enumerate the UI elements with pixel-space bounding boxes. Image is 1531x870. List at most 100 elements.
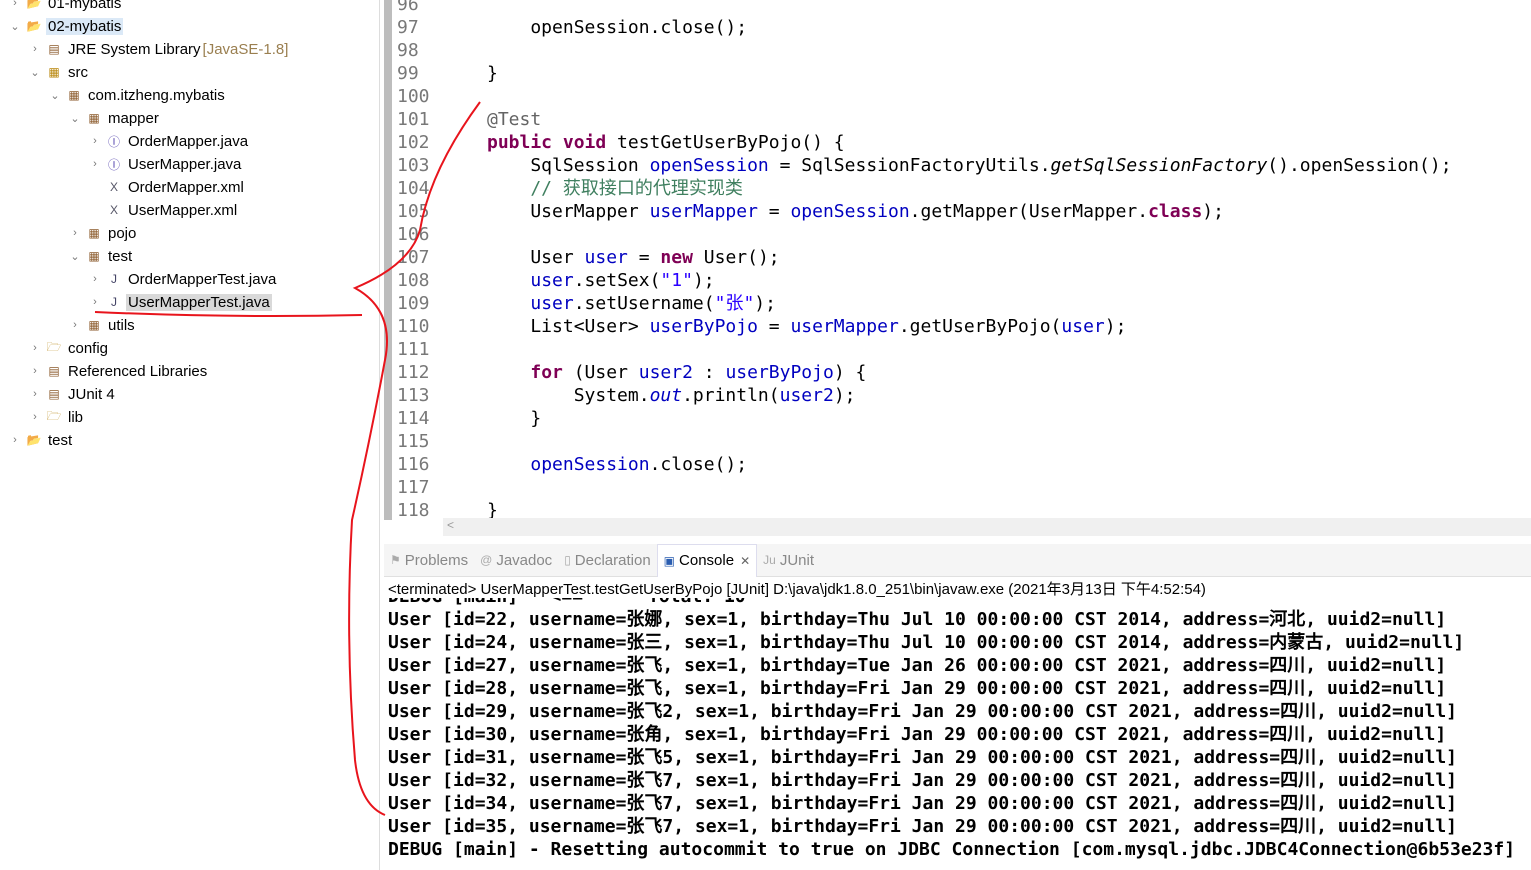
code-token: .println( [682,385,780,406]
line-number: 109 [397,293,430,314]
xml-file-icon: X [109,180,118,194]
line-number: 104 [397,178,430,199]
chevron-right-icon[interactable]: › [8,434,22,446]
chevron-right-icon[interactable]: › [8,0,22,9]
editor-horizontal-scrollbar[interactable]: < [443,518,1531,536]
tree-item-label: OrderMapperTest.java [128,270,277,288]
line-number: 98 [397,40,419,61]
code-line: public void testGetUserByPojo() { [487,131,845,154]
tree-item[interactable]: › J UserMapperTest.java [88,291,272,313]
code-token: .close(); [649,17,748,38]
code-token: ); [1202,201,1224,222]
tab-javadoc[interactable]: @ Javadoc [474,544,558,577]
library-icon: ▤ [48,42,60,56]
tree-item[interactable]: ⌄ ▦ mapper [68,107,161,129]
tree-item-label: OrderMapper.xml [128,178,244,196]
chevron-down-icon[interactable]: ⌄ [28,66,42,79]
tree-item[interactable]: X OrderMapper.xml [88,176,246,198]
tree-item[interactable]: ⌄ 📂 02-mybatis [8,15,124,37]
code-line: user.setSex("1"); [487,269,714,292]
code-editor[interactable]: openSession.close();} @Test public void te… [443,0,1531,518]
code-token: "1" [660,270,693,291]
project-icon: 📂 [26,19,42,33]
tab-problems[interactable]: ⚑ Problems [384,544,474,577]
tab-junit[interactable]: Ju JUnit [757,544,820,577]
tree-item[interactable]: › Ⓘ OrderMapper.java [88,130,250,152]
tree-item[interactable]: › 📂 test [8,429,74,451]
code-token: = SqlSessionFactoryUtils. [768,155,1051,176]
chevron-right-icon[interactable]: › [68,319,82,331]
chevron-down-icon[interactable]: ⌄ [68,112,82,125]
tree-item-label: 02-mybatis [46,17,124,35]
chevron-right-icon[interactable]: › [88,296,102,308]
tree-item[interactable]: X UserMapper.xml [88,199,239,221]
tree-item[interactable]: › ▦ pojo [68,222,138,244]
tab-declaration[interactable]: ▯ Declaration [558,544,656,577]
chevron-right-icon[interactable]: › [88,135,102,147]
console-line: User [id=24, username=张三, sex=1, birthda… [388,632,1465,653]
chevron-down-icon[interactable]: ⌄ [68,250,82,263]
code-token: userMapper [790,316,899,337]
chevron-right-icon[interactable]: › [28,43,42,55]
tree-item[interactable]: ⌄ ▦ com.itzheng.mybatis [48,84,227,106]
chevron-right-icon[interactable]: › [28,388,42,400]
chevron-down-icon[interactable]: ⌄ [48,89,62,102]
close-icon[interactable]: ✕ [740,554,750,568]
code-token: : [692,362,726,383]
tab-label: Console [679,552,735,569]
chevron-down-icon[interactable]: ⌄ [8,20,22,33]
console-line: User [id=27, username=张飞, sex=1, birthda… [388,655,1447,676]
tree-item[interactable]: › ▦ utils [68,314,137,336]
code-token: User(); [703,247,780,268]
tree-item[interactable]: › ▤ JRE System Library [JavaSE-1.8] [28,38,288,60]
source-folder-icon: ▦ [48,65,60,79]
code-line: System.out.println(user2); [487,384,856,407]
console-line: User [id=22, username=张娜, sex=1, birthda… [388,609,1447,630]
tree-item[interactable]: ⌄ ▦ test [68,245,134,267]
tree-item-label: UserMapper.java [128,155,242,173]
console-line: User [id=35, username=张飞7, sex=1, birthd… [388,816,1457,837]
line-number: 118 [397,500,430,521]
code-token: userMapper [649,201,758,222]
tree-item[interactable]: › ▤ JUnit 4 [28,383,117,405]
package-icon: ▦ [88,226,100,240]
code-token: void [562,132,618,153]
tree-item-label: mapper [108,109,159,127]
console-line: User [id=29, username=张飞2, sex=1, birthd… [388,701,1457,722]
chevron-right-icon[interactable]: › [28,342,42,354]
tree-item[interactable]: › 🗁 lib [28,406,85,428]
tab-label: JUnit [779,551,814,569]
tab-console[interactable]: ▣ Console ✕ [656,543,758,577]
tree-item[interactable]: › 📂 01-mybatis [8,0,123,14]
java-file-icon: J [111,272,117,286]
code-token: testGetUserByPojo() { [617,132,845,153]
tree-item[interactable]: › 🗁 config [28,337,110,359]
line-number: 116 [397,454,430,475]
tree-item[interactable]: › Ⓘ UserMapper.java [88,153,243,175]
tree-item[interactable]: › ▤ Referenced Libraries [28,360,209,382]
chevron-right-icon[interactable]: › [68,227,82,239]
tree-item[interactable]: ⌄ ▦ src [28,61,90,83]
tab-label: Javadoc [496,551,553,569]
tree-item[interactable]: › J OrderMapperTest.java [88,268,278,290]
console-output[interactable]: DEBUG [main] - <== Total: 10User [id=22,… [384,598,1531,870]
code-token: openSession [790,201,910,222]
code-token: .getMapper(UserMapper. [909,201,1149,222]
code-token: out [649,385,683,406]
code-token: ); [833,385,856,406]
line-number: 110 [397,316,430,337]
chevron-right-icon[interactable]: › [28,411,42,423]
tree-item-label: OrderMapper.java [128,132,249,150]
javadoc-icon: @ [480,553,493,567]
chevron-right-icon[interactable]: › [88,273,102,285]
interface-file-icon: Ⓘ [107,134,120,149]
code-token: user [1061,316,1105,337]
chevron-right-icon[interactable]: › [28,365,42,377]
folder-icon: 🗁 [46,339,62,354]
console-status: <terminated> UserMapperTest.testGetUserB… [388,581,1206,598]
code-token: public [487,132,563,153]
tree-item-label: JUnit 4 [68,385,115,403]
console-line: User [id=28, username=张飞, sex=1, birthda… [388,678,1447,699]
chevron-right-icon[interactable]: › [88,158,102,170]
code-token: openSession [487,17,650,38]
